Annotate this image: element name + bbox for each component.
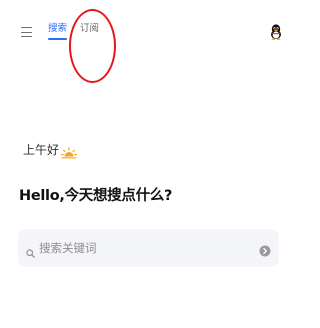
tab-search[interactable]: 搜索 bbox=[48, 23, 68, 40]
hamburger-menu-icon[interactable] bbox=[21, 27, 33, 38]
greeting-text: 上午好 bbox=[23, 143, 60, 157]
tab-search-label: 搜索 bbox=[48, 23, 68, 34]
sunrise-icon bbox=[61, 144, 77, 159]
search-icon bbox=[26, 243, 35, 258]
active-tab-indicator bbox=[48, 38, 68, 40]
search-input[interactable]: 搜索关键词 bbox=[39, 241, 97, 255]
arrow-right-circle-icon[interactable] bbox=[259, 242, 271, 257]
penguin-avatar-icon[interactable] bbox=[270, 24, 282, 40]
top-nav-bar: 搜索 订阅 bbox=[0, 0, 284, 83]
page-headline: Hello,今天想搜点什么? bbox=[19, 188, 173, 204]
tab-subscribe-label: 订阅 bbox=[80, 23, 100, 34]
search-box[interactable]: 搜索关键词 bbox=[18, 229, 279, 267]
tab-subscribe[interactable]: 订阅 bbox=[80, 23, 99, 35]
red-annotation-circle bbox=[69, 9, 116, 83]
